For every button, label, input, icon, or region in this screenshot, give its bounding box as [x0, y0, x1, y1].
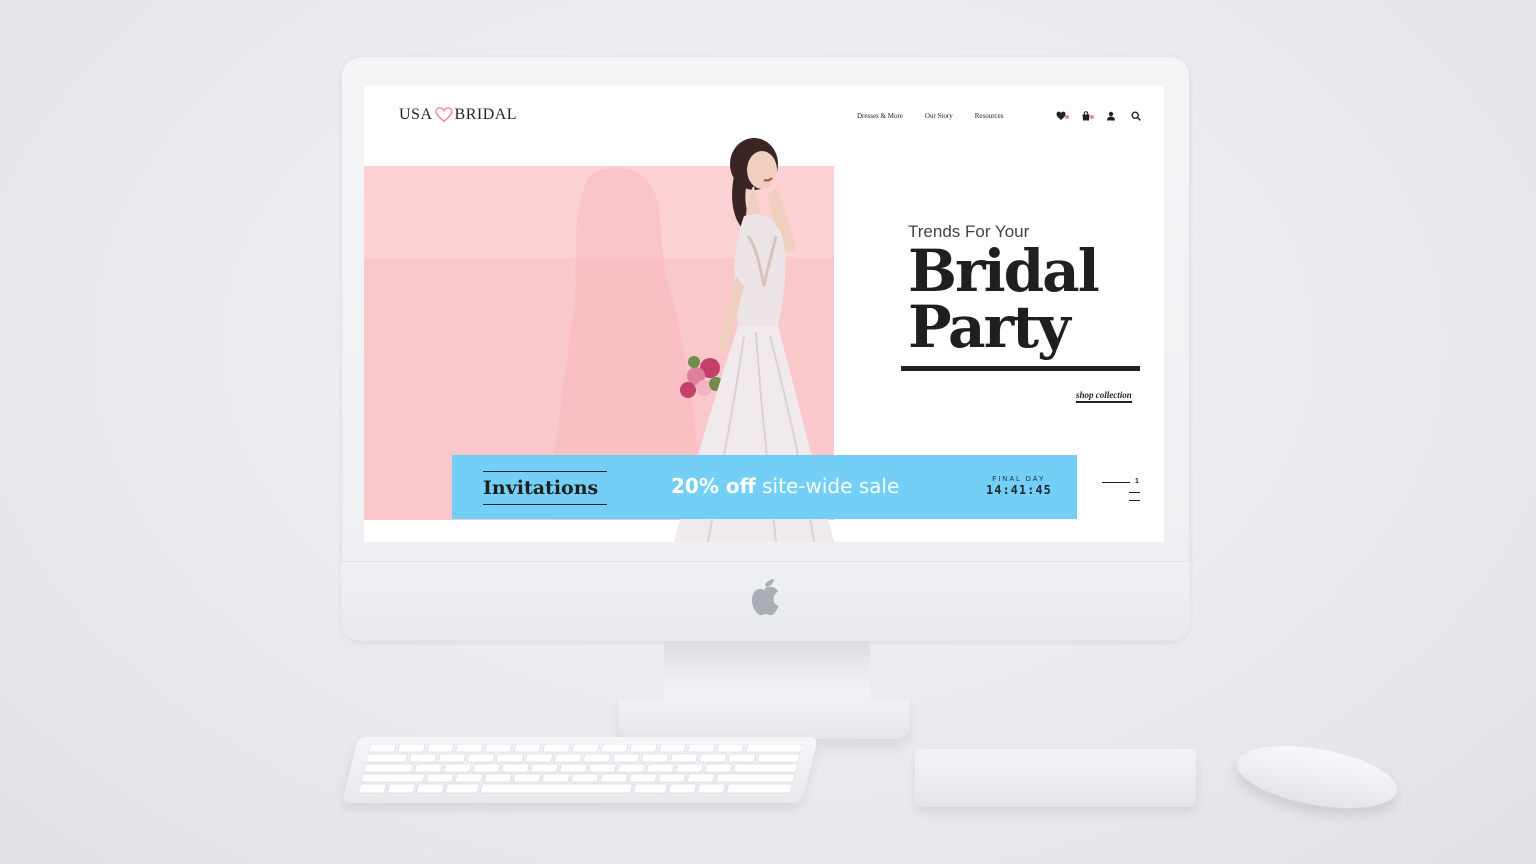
hero-title: Bridal Party — [908, 237, 1100, 361]
slider-current-number: 1 — [1135, 478, 1139, 485]
site-logo[interactable]: USA BRIDAL — [399, 106, 517, 124]
wishlist-badge — [1065, 115, 1069, 119]
nav-our-story[interactable]: Our Story — [925, 112, 953, 120]
nav-resources[interactable]: Resources — [975, 112, 1004, 120]
heart-icon[interactable] — [1056, 111, 1069, 121]
logo-text-left: USA — [399, 106, 433, 123]
hero-title-line1: Bridal — [908, 237, 1100, 305]
trackpad — [915, 749, 1196, 807]
promo-countdown: FINAL DAY 14:41:45 — [986, 476, 1052, 497]
shop-collection-link[interactable]: shop collection — [1076, 390, 1132, 403]
main-nav: Dresses & More Our Story Resources — [857, 112, 1003, 120]
user-icon[interactable] — [1106, 111, 1116, 121]
header-icons — [1056, 111, 1141, 121]
countdown-timer: 14:41:45 — [986, 483, 1052, 497]
slider-dot-3[interactable] — [1129, 500, 1140, 501]
imac-stand-foot — [618, 699, 910, 739]
final-day-label: FINAL DAY — [992, 476, 1046, 483]
promo-banner[interactable]: Invitations 20% off site-wide sale FINAL… — [452, 455, 1077, 519]
slider-indicator[interactable]: 1 — [1102, 478, 1142, 504]
logo-text-right: BRIDAL — [454, 106, 518, 123]
promo-sale-light: site-wide sale — [762, 474, 900, 498]
slider-dot-2[interactable] — [1129, 492, 1140, 493]
keyboard — [341, 737, 819, 803]
slider-active-line — [1102, 482, 1130, 483]
apple-logo-icon — [751, 579, 779, 616]
keyboard-keys — [358, 744, 803, 794]
heart-logo-icon — [434, 107, 453, 123]
promo-sale-text: 20% off site-wide sale — [671, 474, 899, 498]
magic-mouse — [1232, 735, 1402, 819]
promo-sale-strong: 20% off — [671, 474, 756, 498]
browser-viewport: USA BRIDAL Dresses & More Our Story Reso… — [364, 86, 1164, 542]
cart-badge — [1090, 115, 1094, 119]
bag-icon[interactable] — [1081, 111, 1094, 121]
promo-invitations-label[interactable]: Invitations — [483, 471, 607, 505]
nav-dresses-more[interactable]: Dresses & More — [857, 112, 903, 120]
imac-stand-neck — [664, 641, 870, 701]
hero-title-line2: Party — [908, 293, 1071, 361]
hero-title-underline — [901, 366, 1140, 371]
search-icon[interactable] — [1131, 111, 1141, 121]
